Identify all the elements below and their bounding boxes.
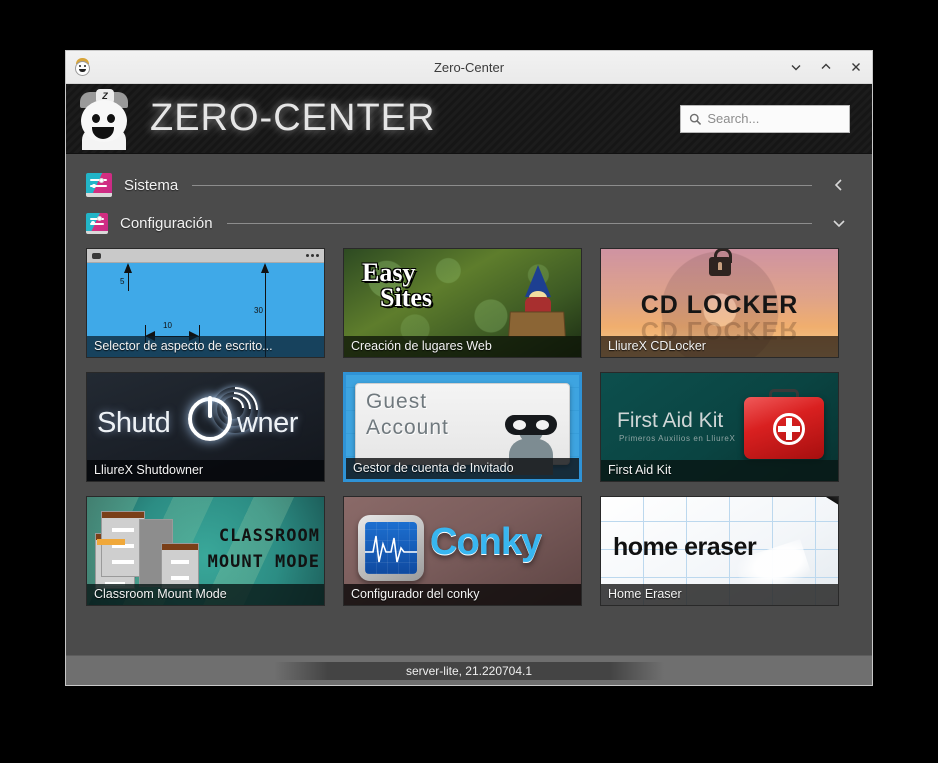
power-icon — [188, 396, 232, 441]
thumbnail-title: First Aid Kit — [617, 409, 724, 432]
section-title-configuracion: Configuración — [120, 214, 213, 232]
app-card-guest-account[interactable]: Guest Account Gestor de cuenta de Invita… — [343, 372, 582, 482]
app-card-classroom-mount-mode[interactable]: CLASSROOM MOUNT MODE Classroom Mount Mod… — [86, 496, 325, 606]
app-banner: Z ZERO-CENTER — [66, 84, 872, 154]
thumbnail-title: Conky — [430, 521, 542, 563]
app-card-easy-sites[interactable]: Easy Sites Creación de lugares Web — [343, 248, 582, 358]
thumbnail-title: CLASSROOM MOUNT MODE — [125, 523, 320, 576]
close-button[interactable] — [848, 59, 864, 75]
thumbnail-title: Easy Sites — [362, 258, 432, 312]
app-caption: Creación de lugares Web — [344, 336, 581, 357]
cmm-line1: CLASSROOM — [218, 526, 320, 546]
thumbnail-title: Guest Account — [366, 389, 449, 440]
easy-sites-line2: Sites — [380, 282, 432, 312]
section-header-configuracion[interactable]: Configuración — [80, 206, 858, 240]
app-card-cdlocker[interactable]: CD LOCKER CD LOCKER LliureX CDLocker — [600, 248, 839, 358]
section-rule — [192, 184, 812, 186]
search-box[interactable] — [680, 104, 850, 133]
minimize-button[interactable] — [788, 59, 804, 75]
section-title-sistema: Sistema — [124, 176, 179, 194]
app-caption: Classroom Mount Mode — [87, 584, 324, 605]
guest-line2: Account — [366, 415, 449, 439]
sections-pane: Sistema Configuración 5 30 10 Selector d… — [78, 164, 860, 655]
pencil-eraser-icon — [756, 497, 838, 511]
section-rule — [226, 222, 812, 224]
app-caption: Home Eraser — [601, 584, 838, 605]
app-card-home-eraser[interactable]: home eraser Home Eraser — [600, 496, 839, 606]
measure-label-30: 30 — [254, 306, 263, 315]
thumbnail-title: home eraser — [613, 533, 757, 561]
sliders-icon — [86, 212, 108, 234]
zero-center-window: Zero-Center Z ZERO-CENTER Search... Sist… — [65, 50, 873, 686]
app-grid: 5 30 10 Selector de aspecto de escrito..… — [80, 244, 858, 606]
chevron-down-icon[interactable] — [826, 210, 852, 236]
app-caption: Gestor de cuenta de Invitado — [346, 458, 579, 479]
window-mascot-icon — [72, 56, 94, 78]
app-caption: LliureX CDLocker — [601, 336, 838, 357]
app-caption: First Aid Kit — [601, 460, 838, 481]
mask-icon — [505, 415, 557, 435]
cmm-line2: MOUNT MODE — [207, 552, 320, 573]
app-card-desktop-aspect-selector[interactable]: 5 30 10 Selector de aspecto de escrito..… — [86, 248, 325, 358]
window-title: Zero-Center — [433, 59, 505, 75]
app-card-shutdowner[interactable]: Shutd wner LliureX Shutdowner — [86, 372, 325, 482]
thumbnail-title-2: wner — [237, 407, 298, 439]
thumbnail-subtitle: Primeros Auxilios en LliureX — [619, 434, 736, 443]
logo-wordmark: ZERO-CENTER — [150, 97, 436, 139]
chevron-left-icon[interactable] — [826, 172, 852, 198]
window-controls — [788, 59, 864, 75]
app-caption: Selector de aspecto de escrito... — [87, 336, 324, 357]
guest-line1: Guest — [366, 390, 428, 413]
search-input[interactable] — [707, 111, 841, 126]
app-caption: Configurador del conky — [344, 584, 581, 605]
lock-icon — [708, 249, 732, 276]
status-text: server-lite, 21.220704.1 — [274, 661, 664, 680]
section-header-sistema[interactable]: Sistema — [80, 168, 858, 202]
search-icon — [689, 113, 701, 125]
titlebar[interactable]: Zero-Center — [66, 51, 872, 84]
search-container — [680, 104, 850, 133]
measure-label-10: 10 — [163, 321, 172, 330]
maximize-button[interactable] — [818, 59, 834, 75]
box-icon — [508, 311, 566, 338]
status-bar: server-lite, 21.220704.1 — [66, 655, 872, 685]
measure-label-5: 5 — [120, 277, 125, 286]
app-card-first-aid-kit[interactable]: First Aid Kit Primeros Auxilios en Lliur… — [600, 372, 839, 482]
content-area: Sistema Configuración 5 30 10 Selector d… — [66, 154, 872, 655]
easy-sites-line1: Easy — [362, 258, 416, 287]
sliders-icon — [86, 173, 112, 197]
monitor-icon — [358, 515, 424, 581]
app-card-conky[interactable]: Conky Configurador del conky — [343, 496, 582, 606]
app-caption: LliureX Shutdowner — [87, 460, 324, 481]
zero-center-logo-icon: Z — [74, 88, 136, 150]
thumbnail-title: Shutd — [97, 407, 171, 439]
